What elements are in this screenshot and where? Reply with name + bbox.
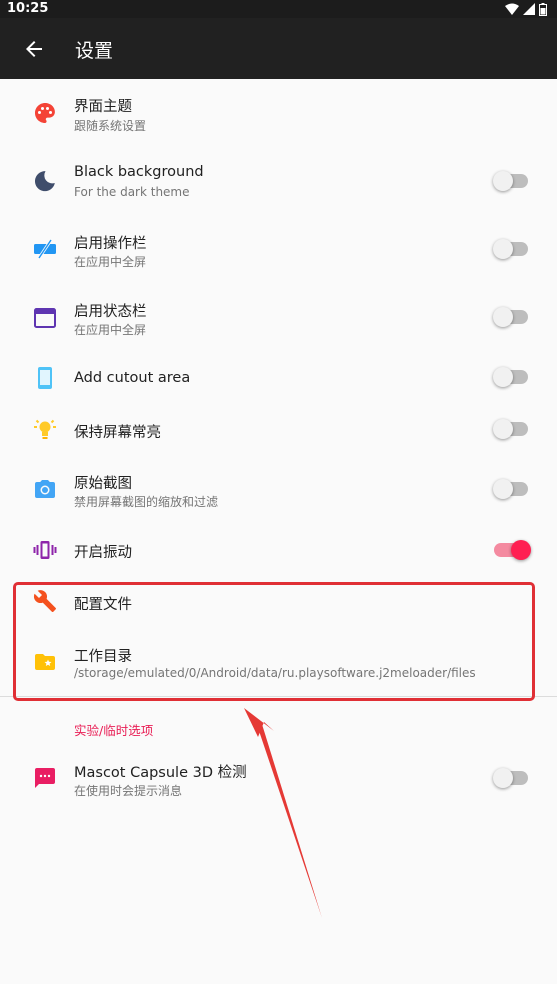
page-title: 设置	[75, 40, 114, 62]
vibration-icon	[33, 541, 57, 559]
message-icon	[35, 768, 55, 788]
setting-subtitle: 在应用中全屏	[74, 323, 147, 337]
lightbulb-icon	[34, 419, 56, 439]
setting-subtitle: 禁用屏幕截图的缩放和过滤	[74, 495, 219, 509]
signal-icon	[523, 3, 535, 15]
setting-mascot-capsule[interactable]: Mascot Capsule 3D 检测 在使用时会提示消息	[0, 744, 557, 812]
window-icon	[34, 308, 56, 328]
setting-subtitle: 在使用时会提示消息	[74, 784, 183, 798]
setting-subtitle: For the dark theme	[74, 185, 190, 199]
setting-title: 保持屏幕常亮	[74, 425, 161, 441]
vibration-switch[interactable]	[494, 540, 531, 560]
app-bar: 设置	[0, 18, 557, 79]
keep-screen-on-switch[interactable]	[493, 419, 528, 439]
status-bar: 10:25	[0, 0, 557, 18]
category-experimental: 实验/临时选项	[74, 723, 154, 738]
setting-theme[interactable]: 界面主题 跟随系统设置	[0, 80, 557, 148]
setting-title: 界面主题	[74, 99, 132, 115]
fullscreen-off-icon	[34, 239, 56, 259]
arrow-back-icon[interactable]	[22, 37, 46, 61]
raw-screenshot-switch[interactable]	[493, 479, 528, 499]
status-time: 10:25	[7, 1, 49, 16]
setting-keep-screen-on[interactable]: 保持屏幕常亮	[0, 404, 557, 456]
setting-raw-screenshot[interactable]: 原始截图 禁用屏幕截图的缩放和过滤	[0, 456, 557, 524]
camera-icon	[35, 480, 55, 498]
setting-subtitle: 跟随系统设置	[74, 119, 147, 133]
phone-icon	[38, 367, 52, 389]
setting-cutout[interactable]: Add cutout area	[0, 352, 557, 404]
setting-vibration[interactable]: 开启振动	[0, 524, 557, 576]
palette-icon	[35, 103, 55, 123]
setting-title: Mascot Capsule 3D 检测	[74, 765, 247, 781]
setting-subtitle: 在应用中全屏	[74, 255, 147, 269]
wifi-icon	[505, 3, 519, 15]
status-bar-switch[interactable]	[493, 307, 528, 327]
highlight-box	[13, 582, 535, 701]
setting-title: 开启振动	[74, 545, 132, 561]
setting-status-bar[interactable]: 启用状态栏 在应用中全屏	[0, 284, 557, 352]
setting-title: Add cutout area	[74, 370, 191, 386]
status-icons	[505, 2, 547, 16]
battery-icon	[539, 2, 547, 16]
setting-action-bar[interactable]: 启用操作栏 在应用中全屏	[0, 216, 557, 284]
mascot-capsule-switch[interactable]	[493, 768, 528, 788]
cutout-switch[interactable]	[493, 367, 528, 387]
black-background-switch[interactable]	[493, 171, 528, 191]
setting-title: Black background	[74, 164, 204, 180]
moon-icon	[34, 171, 55, 192]
setting-title: 启用状态栏	[74, 304, 147, 320]
setting-title: 启用操作栏	[74, 236, 147, 252]
action-bar-switch[interactable]	[493, 239, 528, 259]
setting-black-background[interactable]: Black background For the dark theme	[0, 148, 557, 216]
setting-title: 原始截图	[74, 476, 132, 492]
